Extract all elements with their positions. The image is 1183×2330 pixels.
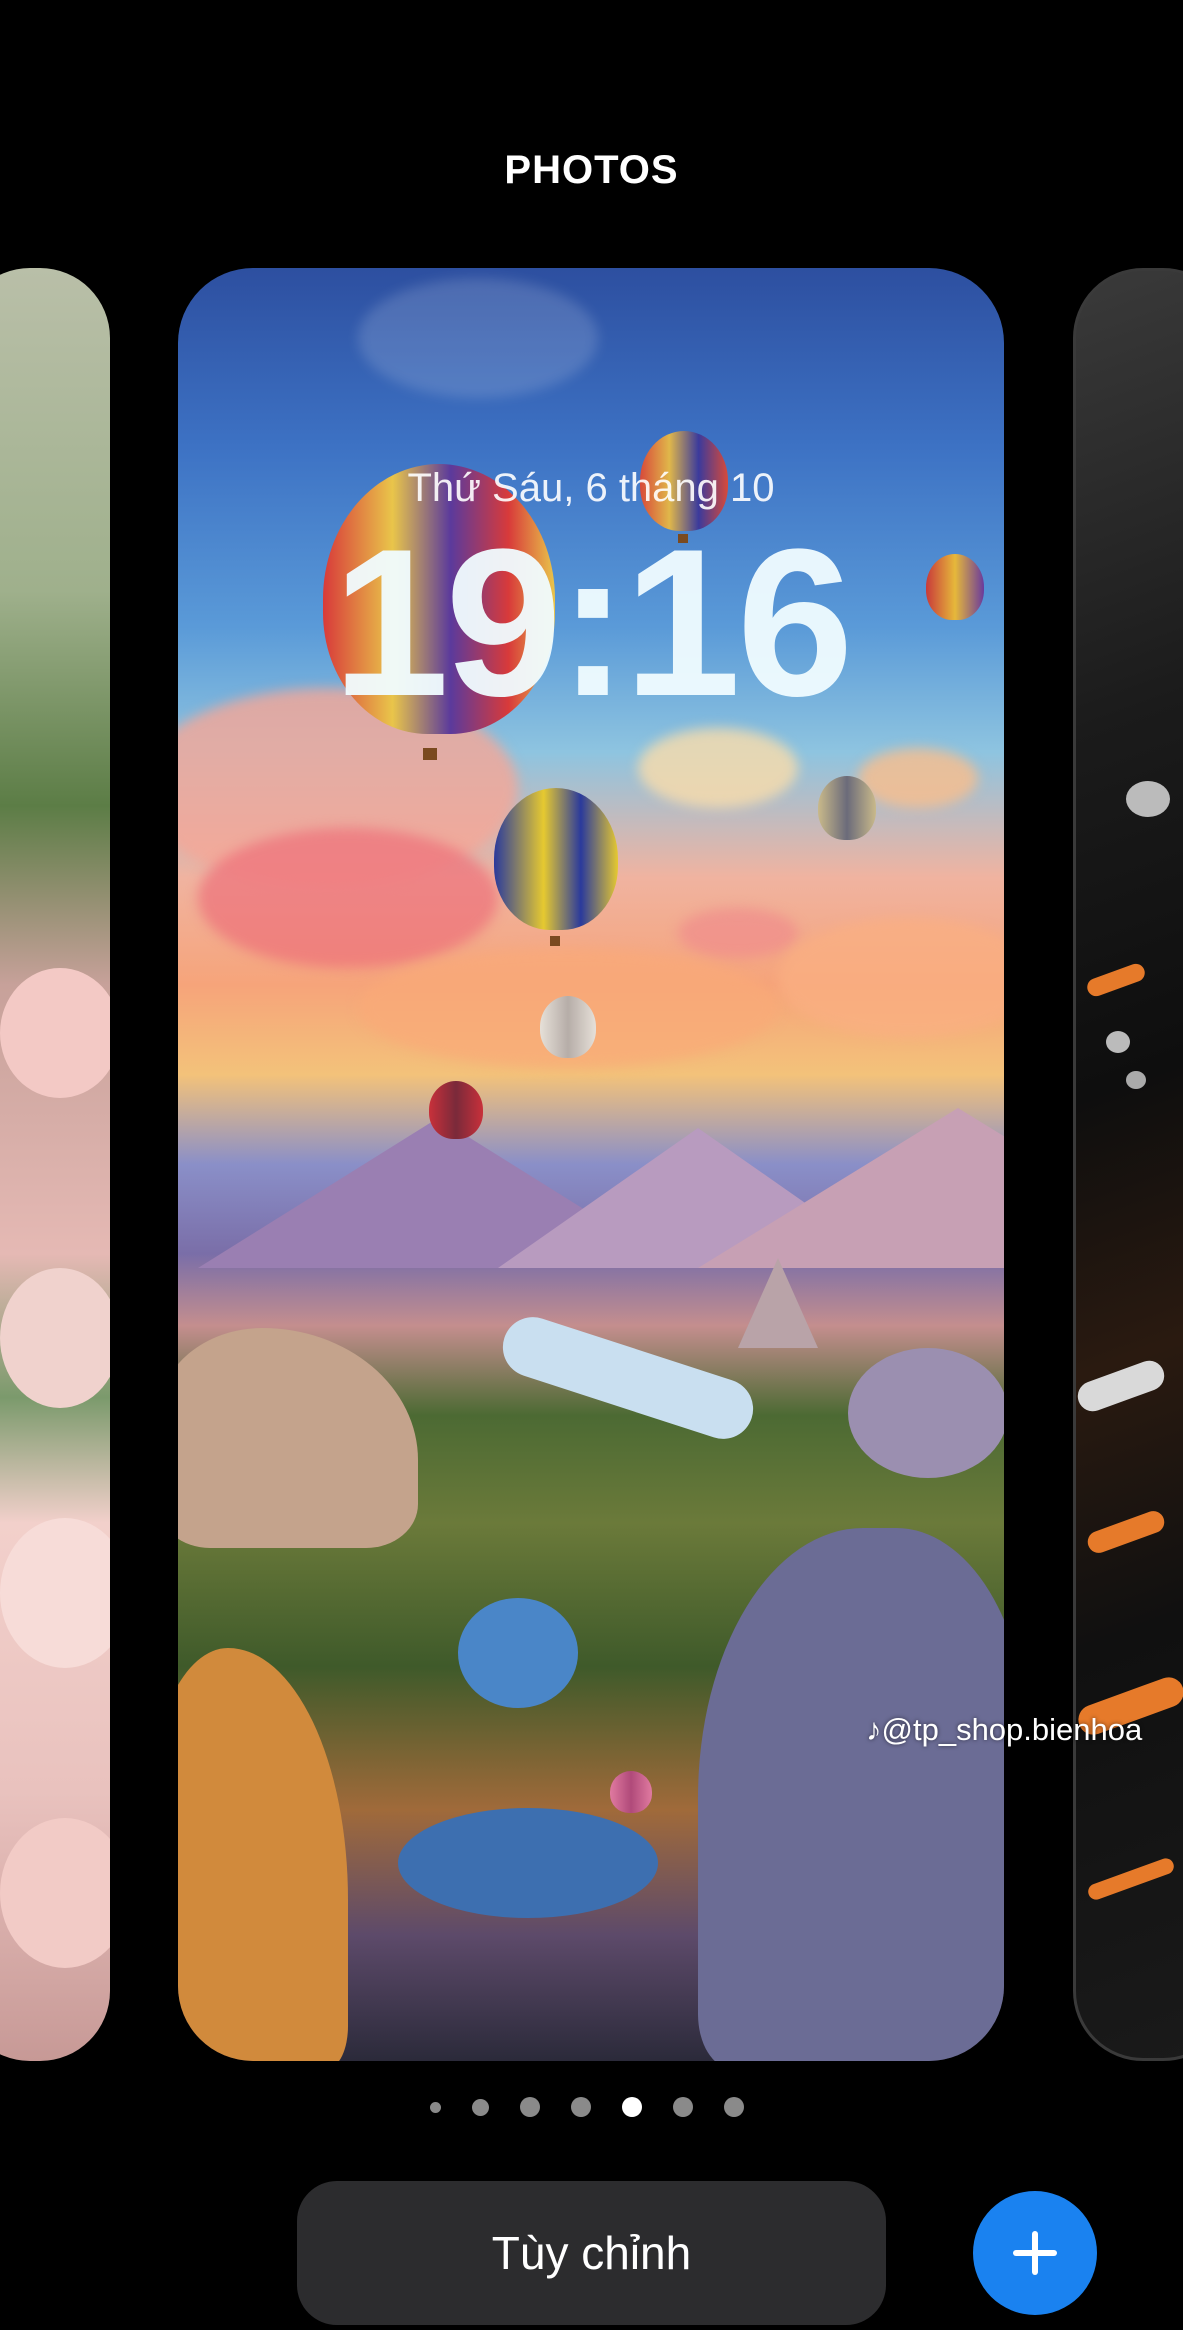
page-dot[interactable] bbox=[520, 2097, 540, 2117]
watermark-text: @tp_shop.bienhoa bbox=[881, 1712, 1143, 1747]
wallpaper-preview-current[interactable]: Thứ Sáu, 6 tháng 10 19:16 bbox=[178, 268, 1004, 2061]
page-dot[interactable] bbox=[673, 2097, 693, 2117]
screen-title: PHOTOS bbox=[504, 148, 679, 192]
customize-button[interactable]: Tùy chỉnh bbox=[297, 2181, 886, 2325]
add-wallpaper-button[interactable] bbox=[973, 2191, 1097, 2315]
page-dot[interactable] bbox=[430, 2101, 441, 2113]
page-dot[interactable] bbox=[724, 2097, 744, 2117]
lockscreen-time: 19:16 bbox=[332, 505, 853, 740]
wallpaper-preview-previous[interactable] bbox=[0, 268, 110, 2061]
page-dot[interactable] bbox=[571, 2097, 591, 2117]
customize-button-label: Tùy chỉnh bbox=[491, 2227, 692, 2279]
wallpaper-preview-next[interactable] bbox=[1073, 268, 1183, 2061]
tiktok-icon: ♪ bbox=[866, 1712, 882, 1747]
plus-icon bbox=[1013, 2231, 1057, 2275]
page-dot-active[interactable] bbox=[622, 2097, 642, 2117]
watermark: ♪@tp_shop.bienhoa bbox=[866, 1712, 1142, 1748]
page-dot[interactable] bbox=[472, 2098, 489, 2116]
page-indicator[interactable] bbox=[430, 2097, 744, 2117]
